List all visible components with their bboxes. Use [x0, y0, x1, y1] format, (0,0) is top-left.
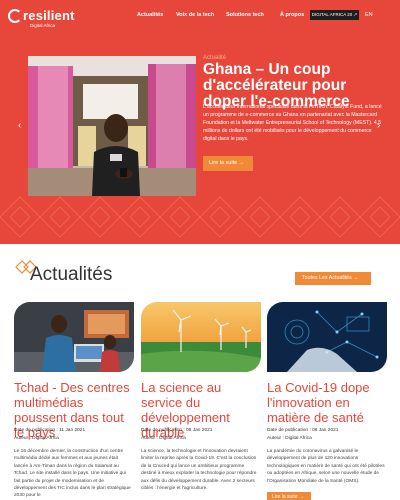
- hero-banner: resilient Digital Africa Actualités Voix…: [0, 0, 400, 244]
- news-card-image[interactable]: [267, 302, 387, 372]
- news-card-excerpt: Le 16 décembre dernier, la construction …: [14, 449, 131, 499]
- brand-tagline: Digital Africa: [30, 23, 56, 28]
- news-card-author: Auteur : Digital Africa: [267, 436, 312, 441]
- brand-logo[interactable]: resilient Digital Africa: [8, 7, 74, 31]
- digital-africa-button[interactable]: DIGITAL AFRICA 20 ↗: [310, 10, 359, 20]
- hero-photo-illustration: [28, 56, 196, 196]
- news-card-illustration: [267, 302, 387, 372]
- news-card-author: Auteur : Digital Africa: [14, 436, 59, 441]
- news-card-date: Date de publication : 06 Jan 2021: [267, 428, 339, 433]
- news-card[interactable]: Tchad - Des centres multimédias poussent…: [14, 302, 134, 500]
- nav-item-actualites[interactable]: Actualités: [137, 12, 163, 18]
- news-card-image[interactable]: [14, 302, 134, 372]
- diamond-pattern: [0, 196, 400, 238]
- all-news-button[interactable]: Toutes Les Actualités →: [295, 272, 371, 285]
- news-card-date: Date de publication : 08 Jan 2021: [141, 428, 213, 433]
- logo-mark-icon: [8, 9, 22, 23]
- news-card-author: Auteur : Digital Africa: [141, 436, 186, 441]
- carousel-prev-icon[interactable]: ‹: [18, 120, 21, 131]
- hero-description: L'accélérateur international spécialisé …: [203, 104, 382, 142]
- news-card-illustration: [14, 302, 134, 372]
- hero-photo: [28, 56, 196, 196]
- news-card-excerpt: La science, la technologie et l'innovati…: [141, 449, 257, 492]
- brand-name: resilient: [23, 8, 75, 23]
- top-navigation: resilient Digital Africa Actualités Voix…: [0, 0, 400, 36]
- hero-read-more-button[interactable]: Lire la suite →: [203, 156, 253, 171]
- news-card-title[interactable]: La Covid-19 dope l'innovation en matière…: [267, 380, 390, 425]
- nav-item-solutions-tech[interactable]: Solutions tech: [226, 12, 264, 18]
- nav-item-a-propos[interactable]: À propos: [280, 12, 304, 18]
- nav-item-voix-de-la-tech[interactable]: Voix de la tech: [176, 12, 214, 18]
- news-card[interactable]: La science au service du développement d…: [141, 302, 261, 500]
- news-card-date: Date de publication : 11 Jan 2021: [14, 428, 86, 433]
- news-card-illustration: [141, 302, 261, 372]
- news-card-image[interactable]: [141, 302, 261, 372]
- news-section-title: Actualités: [30, 264, 113, 285]
- language-switch[interactable]: EN: [365, 12, 373, 18]
- news-card[interactable]: La Covid-19 dope l'innovation en matière…: [267, 302, 387, 500]
- news-card-read-more-button[interactable]: Lire la suite →: [267, 492, 311, 500]
